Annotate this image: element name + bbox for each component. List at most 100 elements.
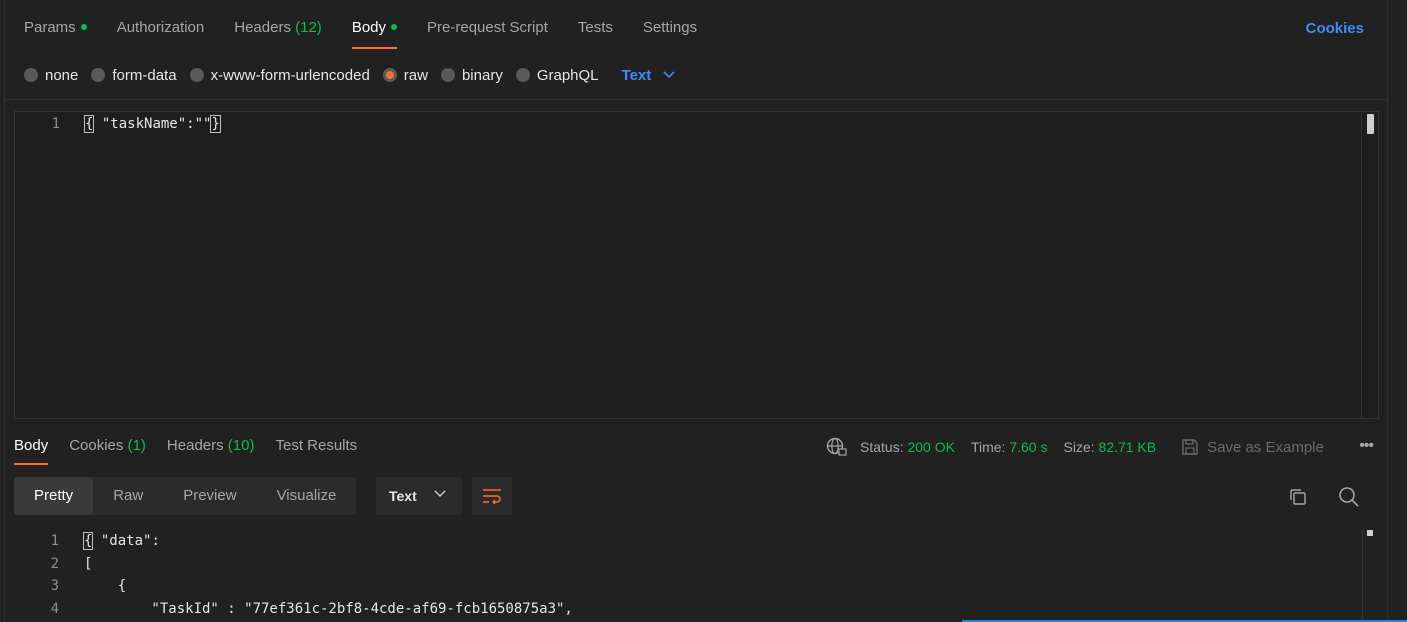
response-line: 2 [ [14,554,93,574]
request-tabs: Params Authorization Headers (12) Body P… [24,18,727,50]
view-mode-group: Pretty Raw Preview Visualize [14,477,357,515]
save-icon [1182,439,1198,455]
tab-label: Params [24,19,76,36]
resp-tab-cookies[interactable]: Cookies (1) [69,436,146,465]
status-indicator[interactable]: Status: 200 OK [860,439,955,455]
body-type-selector: none form-data x-www-form-urlencoded raw… [24,64,675,86]
editor-line: 1 { "taskName":""} [15,114,221,134]
resp-tab-body[interactable]: Body [14,436,49,465]
tab-label: Pre-request Script [427,19,548,36]
tab-label: Body [14,437,49,454]
chevron-down-icon [663,71,675,79]
tab-label: Tests [577,19,613,36]
json-content: "data": [92,533,160,549]
response-scrollbar[interactable] [1362,530,1363,622]
radio-button[interactable] [189,68,204,82]
line-number: 3 [50,578,59,594]
radio-button-checked[interactable] [382,68,397,82]
radio-button[interactable] [515,68,530,82]
tab-count: (1) [127,437,146,454]
tab-count: (10) [227,437,255,454]
tab-label: Body [351,19,387,36]
view-visualize-button[interactable]: Visualize [257,477,357,515]
size-value: 82.71 KB [1098,439,1157,455]
close-brace: } [210,115,221,133]
format-label: Text [389,488,417,504]
tab-headers[interactable]: Headers (12) [234,18,322,49]
line-number: 4 [50,601,59,617]
line-number: 2 [50,556,59,572]
response-line: 4 "TaskId" : "77ef361c-2bf8-4cde-af69-fc… [14,599,573,619]
radio-binary[interactable]: binary [440,66,503,84]
radio-none[interactable]: none [24,67,78,84]
tab-label: Cookies [69,437,124,454]
view-pretty-button[interactable]: Pretty [14,477,94,515]
radio-label: GraphQL [536,66,599,84]
copy-icon[interactable] [1288,487,1308,511]
radio-button[interactable] [91,68,106,82]
resp-tab-test-results[interactable]: Test Results [275,436,357,465]
radio-x-www-form-urlencoded[interactable]: x-www-form-urlencoded [189,66,370,84]
tab-params[interactable]: Params [24,18,87,49]
tab-body[interactable]: Body [351,18,398,49]
radio-label: raw [403,66,428,84]
status-value: 200 OK [907,439,955,455]
view-raw-button[interactable]: Raw [93,477,163,515]
search-icon[interactable] [1338,486,1360,512]
code-text: { "data": [74,531,160,551]
radio-graphql[interactable]: GraphQL [515,66,599,84]
tab-tests[interactable]: Tests [578,18,613,49]
radio-button[interactable] [24,68,38,82]
modified-dot [391,24,398,30]
tab-pre-request-script[interactable]: Pre-request Script [427,18,548,49]
tab-settings[interactable]: Settings [643,18,697,49]
response-tabs: Body Cookies (1) Headers (10) Test Resul… [14,436,378,466]
format-label: Text [621,66,652,84]
time-indicator[interactable]: Time: 7.60 s [971,439,1048,455]
radio-raw[interactable]: raw [382,66,428,84]
status-label: Status: [860,439,904,455]
size-indicator[interactable]: Size: 82.71 KB [1063,439,1156,455]
view-preview-button[interactable]: Preview [163,477,256,515]
request-body-editor[interactable]: 1 { "taskName":""} [14,111,1379,419]
response-body-viewer[interactable]: 1 { "data": 2 [ 3 { 4 "TaskId" : "77ef36… [14,530,1379,622]
json-content: { [84,578,127,594]
modified-dot [80,24,87,30]
globe-network-icon[interactable] [826,437,848,457]
time-value: 7.60 s [1009,439,1048,455]
scrollbar-thumb[interactable] [1367,114,1374,134]
divider [4,99,1388,100]
left-border [4,0,5,622]
cookies-link[interactable]: Cookies [1306,19,1364,39]
editor-scrollbar[interactable] [1361,112,1378,418]
wrap-lines-button[interactable] [472,477,512,515]
radio-form-data[interactable]: form-data [91,66,177,84]
right-border [1387,0,1388,622]
save-as-example-button[interactable]: Save as Example [1181,438,1324,456]
code-text: { "taskName":""} [75,114,221,134]
time-label: Time: [970,439,1006,455]
response-line: 1 { "data": [14,531,160,551]
radio-button[interactable] [440,68,455,82]
tab-label: Authorization [116,19,205,36]
json-content: "TaskId" : "77ef361c-2bf8-4cde-af69-fcb1… [84,601,573,617]
body-format-dropdown[interactable]: Text [622,67,676,84]
tab-label: Headers [166,437,224,454]
wrap-text-icon [483,489,501,504]
more-options-icon[interactable]: ••• [1359,437,1374,455]
json-content: "taskName":"" [93,116,212,132]
tab-label: Headers [234,19,291,36]
radio-label: x-www-form-urlencoded [210,66,370,84]
scrollbar-thumb[interactable] [1367,530,1373,536]
size-label: Size: [1063,439,1095,455]
response-format-dropdown[interactable]: Text [376,477,462,515]
tab-count: (12) [295,19,322,36]
tab-label: Settings [642,19,698,36]
resp-tab-headers[interactable]: Headers (10) [167,436,255,465]
response-meta: Status: 200 OK Time: 7.60 s Size: 82.71 … [826,436,1324,458]
chevron-down-icon [434,490,446,498]
radio-label: binary [461,66,503,84]
line-number: 1 [50,533,59,549]
tab-authorization[interactable]: Authorization [117,18,205,49]
radio-label: form-data [112,66,177,84]
